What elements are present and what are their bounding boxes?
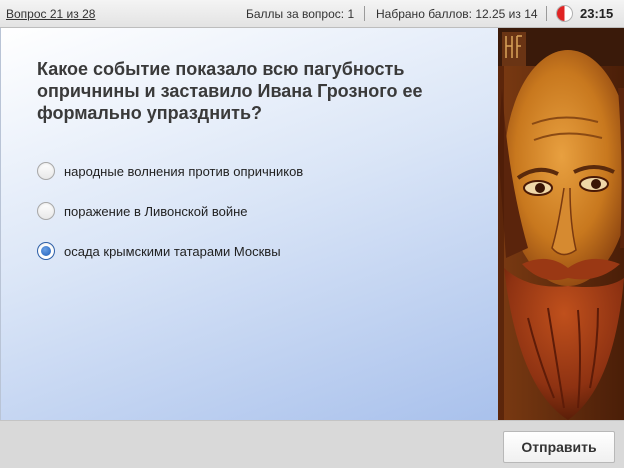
total-points: Набрано баллов: 12.25 из 14 (376, 7, 538, 21)
icon-portrait-image (498, 28, 624, 420)
question-counter-link[interactable]: Вопрос 21 из 28 (6, 7, 95, 21)
question-text: Какое событие показало всю пагубность оп… (37, 59, 423, 123)
timer-icon (556, 5, 573, 22)
points-per-question: Баллы за вопрос: 1 (246, 7, 355, 21)
answer-option-label: народные волнения против опричников (64, 163, 304, 179)
portrait-illustration (498, 28, 624, 420)
answer-option-1[interactable]: народные волнения против опричников (37, 161, 303, 181)
header-divider (364, 6, 365, 21)
answer-option-label: поражение в Ливонской войне (64, 203, 248, 219)
radio-button-checked[interactable] (37, 242, 55, 260)
quiz-footer: Отправить (0, 420, 624, 468)
header-divider (546, 6, 547, 21)
answer-option-label: осада крымскими татарами Москвы (64, 243, 281, 259)
timer-value: 23:15 (580, 6, 614, 21)
quiz-header: Вопрос 21 из 28 Баллы за вопрос: 1 Набра… (0, 0, 624, 28)
radio-button-unchecked[interactable] (37, 162, 55, 180)
answer-option-2[interactable]: поражение в Ливонской войне (37, 201, 248, 221)
answer-option-3[interactable]: осада крымскими татарами Москвы (37, 241, 281, 261)
submit-button[interactable]: Отправить (503, 431, 615, 463)
radio-button-unchecked[interactable] (37, 202, 55, 220)
question-panel: Какое событие показало всю пагубность оп… (0, 28, 498, 420)
